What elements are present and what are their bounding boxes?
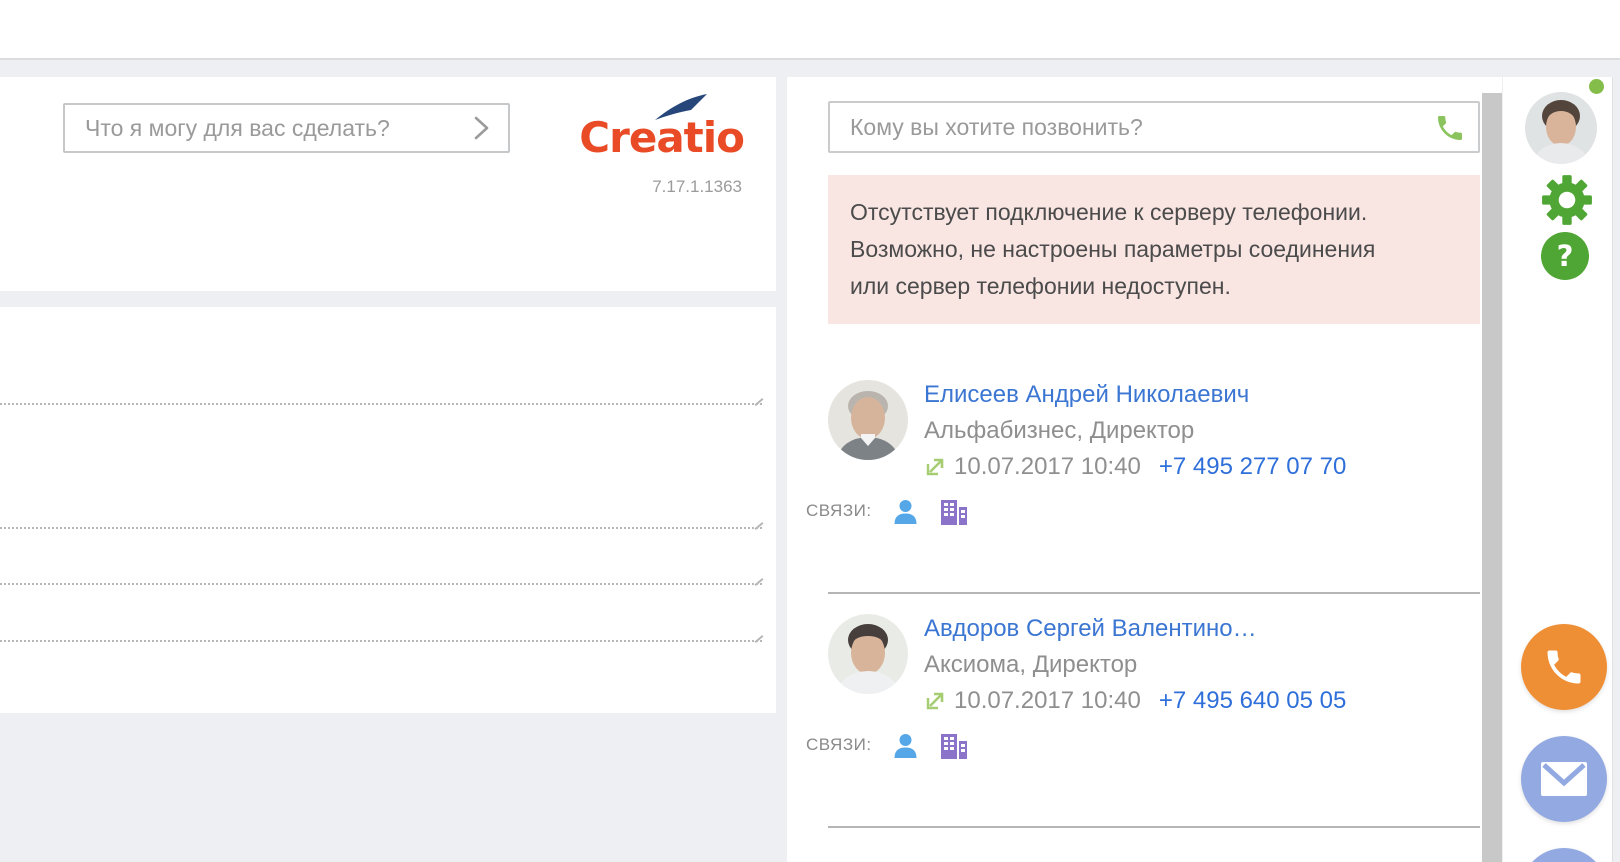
call-search-input[interactable] (830, 103, 1478, 151)
building-icon[interactable] (939, 498, 968, 525)
contact-phone-link[interactable]: +7 495 277 07 70 (1159, 453, 1347, 481)
phone-handset-icon (1547, 650, 1581, 684)
assistant-search-box[interactable] (63, 103, 510, 153)
telephony-warning-banner: Отсутствует подключение к серверу телефо… (828, 175, 1480, 324)
links-label: СВЯЗИ: (806, 501, 872, 520)
contact-list-item: Авдоров Сергей Валентино… Аксиома, Дирек… (806, 594, 1502, 828)
dotted-separator (0, 583, 762, 585)
contact-avatar (828, 380, 908, 460)
make-call-button[interactable] (1521, 624, 1607, 710)
outgoing-call-icon (926, 692, 944, 710)
last-call-time: 10.07.2017 10:40 (954, 687, 1141, 714)
person-icon[interactable] (892, 732, 919, 759)
dotted-separator (0, 527, 762, 529)
top-bar (0, 0, 1620, 60)
app-window: Creatio 7.17.1.1363 Отсутствует подключе… (0, 0, 1620, 862)
contact-company: Альфабизнес, Директор (924, 417, 1195, 444)
help-icon[interactable]: ? (1541, 232, 1589, 280)
contact-list-item: Елисеев Андрей Николаевич Альфабизнес, Д… (806, 360, 1502, 594)
contact-name-link[interactable]: Елисеев Андрей Николаевич (924, 380, 1346, 410)
assistant-search-input[interactable] (65, 114, 468, 142)
building-icon[interactable] (939, 732, 968, 759)
app-version: 7.17.1.1363 (652, 177, 742, 196)
contact-phone-link[interactable]: +7 495 640 05 05 (1159, 687, 1347, 715)
cti-panel: Отсутствует подключение к серверу телефо… (787, 77, 1502, 862)
last-call-time: 10.07.2017 10:40 (954, 453, 1141, 480)
warning-line: Отсутствует подключение к серверу телефо… (850, 199, 1368, 225)
call-search-box[interactable] (828, 101, 1480, 153)
assistant-panel: Creatio 7.17.1.1363 (0, 77, 776, 291)
creatio-logo-arrow-icon (655, 94, 707, 120)
links-label: СВЯЗИ: (806, 735, 872, 754)
outgoing-call-icon (926, 458, 944, 476)
user-avatar[interactable] (1525, 92, 1597, 164)
online-status-dot (1589, 79, 1604, 94)
svg-text:?: ? (1557, 239, 1574, 273)
dotted-separator (0, 403, 762, 405)
warning-line: или сервер телефонии недоступен. (850, 273, 1231, 299)
empty-list-panel (0, 307, 776, 713)
contact-name-link[interactable]: Авдоров Сергей Валентино… (924, 614, 1346, 644)
settings-gear-icon[interactable] (1540, 173, 1594, 227)
phone-icon[interactable] (1434, 112, 1466, 144)
right-sidebar: ? (1503, 77, 1613, 862)
scrollbar[interactable] (1482, 93, 1502, 862)
creatio-logo: Creatio 7.17.1.1363 (488, 91, 748, 211)
envelope-icon (1541, 762, 1587, 796)
email-button[interactable] (1521, 736, 1607, 822)
contact-separator (828, 826, 1480, 828)
person-icon[interactable] (892, 498, 919, 525)
warning-line: Возможно, не настроены параметры соедине… (850, 236, 1376, 262)
dotted-separator (0, 640, 762, 642)
more-action-button[interactable] (1521, 848, 1607, 862)
contact-company: Аксиома, Директор (924, 651, 1138, 678)
contact-avatar (828, 614, 908, 694)
